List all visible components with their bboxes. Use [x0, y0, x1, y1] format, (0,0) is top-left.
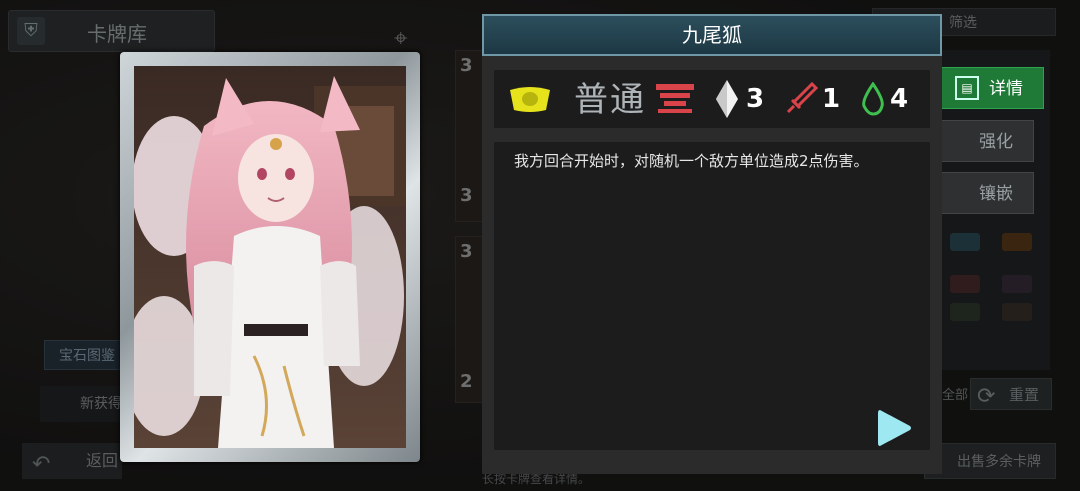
detail-button[interactable]: ▤ 详情: [940, 67, 1044, 109]
crystal-cost-icon: [716, 80, 738, 118]
inlay-button[interactable]: 镶嵌: [940, 172, 1034, 214]
faction-shrine-icon: [656, 84, 694, 113]
nine-tailed-fox-illustration: [134, 66, 406, 448]
card-name-title: 九尾狐: [482, 14, 942, 56]
play-next-icon[interactable]: [874, 408, 914, 448]
description-box: [494, 142, 930, 450]
card-description: 我方回合开始时，对随机一个敌方单位造成2点伤害。: [514, 152, 869, 170]
inlay-label: 镶嵌: [979, 184, 1013, 204]
enhance-button[interactable]: 强化: [940, 120, 1034, 162]
card-art-frame[interactable]: [120, 52, 420, 462]
rarity-label: 普通: [574, 80, 646, 120]
gold-ingot-icon: [510, 87, 550, 112]
card-art: [134, 66, 406, 448]
detail-label: 详情: [989, 79, 1023, 99]
cost-value: 3: [746, 84, 765, 114]
health-value: 4: [890, 84, 909, 114]
water-drop-health-icon: [862, 82, 884, 116]
detail-icon: ▤: [955, 76, 979, 100]
sword-attack-icon: [786, 82, 818, 114]
enhance-label: 强化: [979, 132, 1013, 152]
attack-value: 1: [822, 84, 841, 114]
